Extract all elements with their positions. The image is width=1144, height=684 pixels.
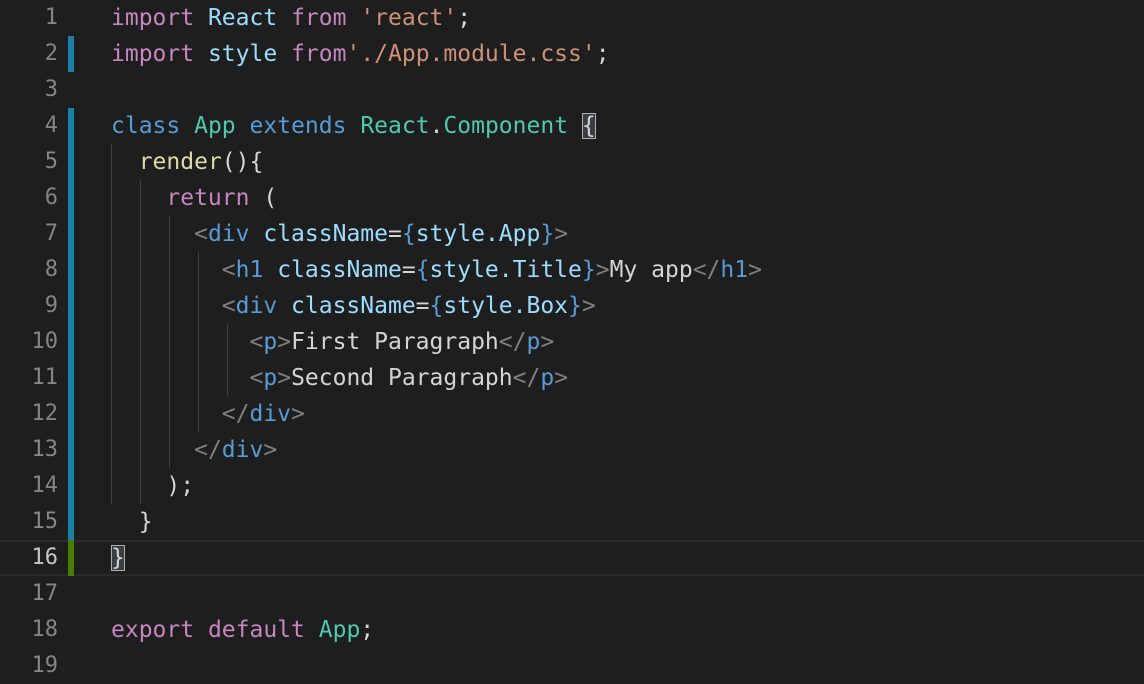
code-text[interactable]: class App extends React.Component { — [111, 108, 596, 144]
line-number: 2 — [44, 41, 58, 66]
code-line-13[interactable]: 13 </div> — [0, 432, 1144, 468]
line-number: 14 — [31, 473, 59, 498]
modified-line-marker[interactable] — [68, 216, 74, 252]
code-line-15[interactable]: 15 } — [0, 504, 1144, 540]
line-number: 5 — [44, 149, 58, 174]
code-text[interactable]: render(){ — [111, 144, 264, 180]
code-text[interactable]: </div> — [111, 396, 305, 432]
code-text[interactable]: <div className={style.Box}> — [111, 288, 596, 324]
code-text[interactable]: ); — [111, 468, 194, 504]
line-number: 12 — [31, 401, 59, 426]
code-line-11[interactable]: 11 <p>Second Paragraph</p> — [0, 360, 1144, 396]
modified-line-marker[interactable] — [68, 360, 74, 396]
code-line-12[interactable]: 12 </div> — [0, 396, 1144, 432]
line-number: 4 — [44, 113, 58, 138]
code-text[interactable]: } — [111, 542, 125, 574]
code-line-3[interactable]: 3 — [0, 72, 1144, 108]
code-text[interactable]: return ( — [111, 180, 277, 216]
code-line-16[interactable]: 16 } — [0, 540, 1144, 576]
line-number: 16 — [31, 545, 59, 570]
code-line-4[interactable]: 4 class App extends React.Component { — [0, 108, 1144, 144]
line-number: 11 — [31, 365, 59, 390]
matched-bracket: { — [581, 113, 596, 139]
line-number: 7 — [44, 221, 58, 246]
modified-line-marker[interactable] — [68, 396, 74, 432]
modified-line-marker[interactable] — [68, 144, 74, 180]
line-number: 10 — [31, 329, 59, 354]
modified-line-marker[interactable] — [68, 324, 74, 360]
code-text[interactable]: <div className={style.App}> — [111, 216, 568, 252]
code-text[interactable]: </div> — [111, 432, 277, 468]
modified-line-marker[interactable] — [68, 432, 74, 468]
code-text[interactable]: import React from 'react'; — [111, 0, 471, 36]
code-line-14[interactable]: 14 ); — [0, 468, 1144, 504]
code-line-9[interactable]: 9 <div className={style.Box}> — [0, 288, 1144, 324]
modified-line-marker[interactable] — [68, 36, 74, 72]
modified-line-marker[interactable] — [68, 108, 74, 144]
line-number: 19 — [31, 653, 59, 678]
modified-line-marker[interactable] — [68, 468, 74, 504]
modified-line-marker[interactable] — [68, 252, 74, 288]
code-line-8[interactable]: 8 <h1 className={style.Title}>My app</h1… — [0, 252, 1144, 288]
code-text[interactable]: } — [111, 504, 153, 540]
line-number: 3 — [44, 77, 58, 102]
code-editor[interactable]: 1 import React from 'react'; 2 import st… — [0, 0, 1144, 684]
code-line-19[interactable]: 19 — [0, 648, 1144, 684]
code-text[interactable]: export default App; — [111, 612, 374, 648]
line-number: 15 — [31, 509, 59, 534]
line-number: 6 — [44, 185, 58, 210]
line-number: 8 — [44, 257, 58, 282]
code-text[interactable]: <h1 className={style.Title}>My app</h1> — [111, 252, 762, 288]
code-line-2[interactable]: 2 import style from'./App.module.css'; — [0, 36, 1144, 72]
modified-line-marker[interactable] — [68, 288, 74, 324]
code-line-18[interactable]: 18 export default App; — [0, 612, 1144, 648]
code-line-7[interactable]: 7 <div className={style.App}> — [0, 216, 1144, 252]
code-text[interactable]: <p>Second Paragraph</p> — [111, 360, 568, 396]
line-number: 13 — [31, 437, 59, 462]
line-number: 17 — [31, 581, 59, 606]
code-line-5[interactable]: 5 render(){ — [0, 144, 1144, 180]
modified-line-marker[interactable] — [68, 504, 74, 540]
code-line-10[interactable]: 10 <p>First Paragraph</p> — [0, 324, 1144, 360]
added-line-marker[interactable] — [68, 540, 74, 576]
code-line-6[interactable]: 6 return ( — [0, 180, 1144, 216]
code-line-1[interactable]: 1 import React from 'react'; — [0, 0, 1144, 36]
line-number: 9 — [44, 293, 58, 318]
line-number: 1 — [44, 5, 58, 30]
code-text[interactable]: <p>First Paragraph</p> — [111, 324, 554, 360]
line-number: 18 — [31, 617, 59, 642]
code-text[interactable]: import style from'./App.module.css'; — [111, 36, 610, 72]
modified-line-marker[interactable] — [68, 180, 74, 216]
matched-bracket: } — [111, 545, 125, 571]
code-line-17[interactable]: 17 — [0, 576, 1144, 612]
